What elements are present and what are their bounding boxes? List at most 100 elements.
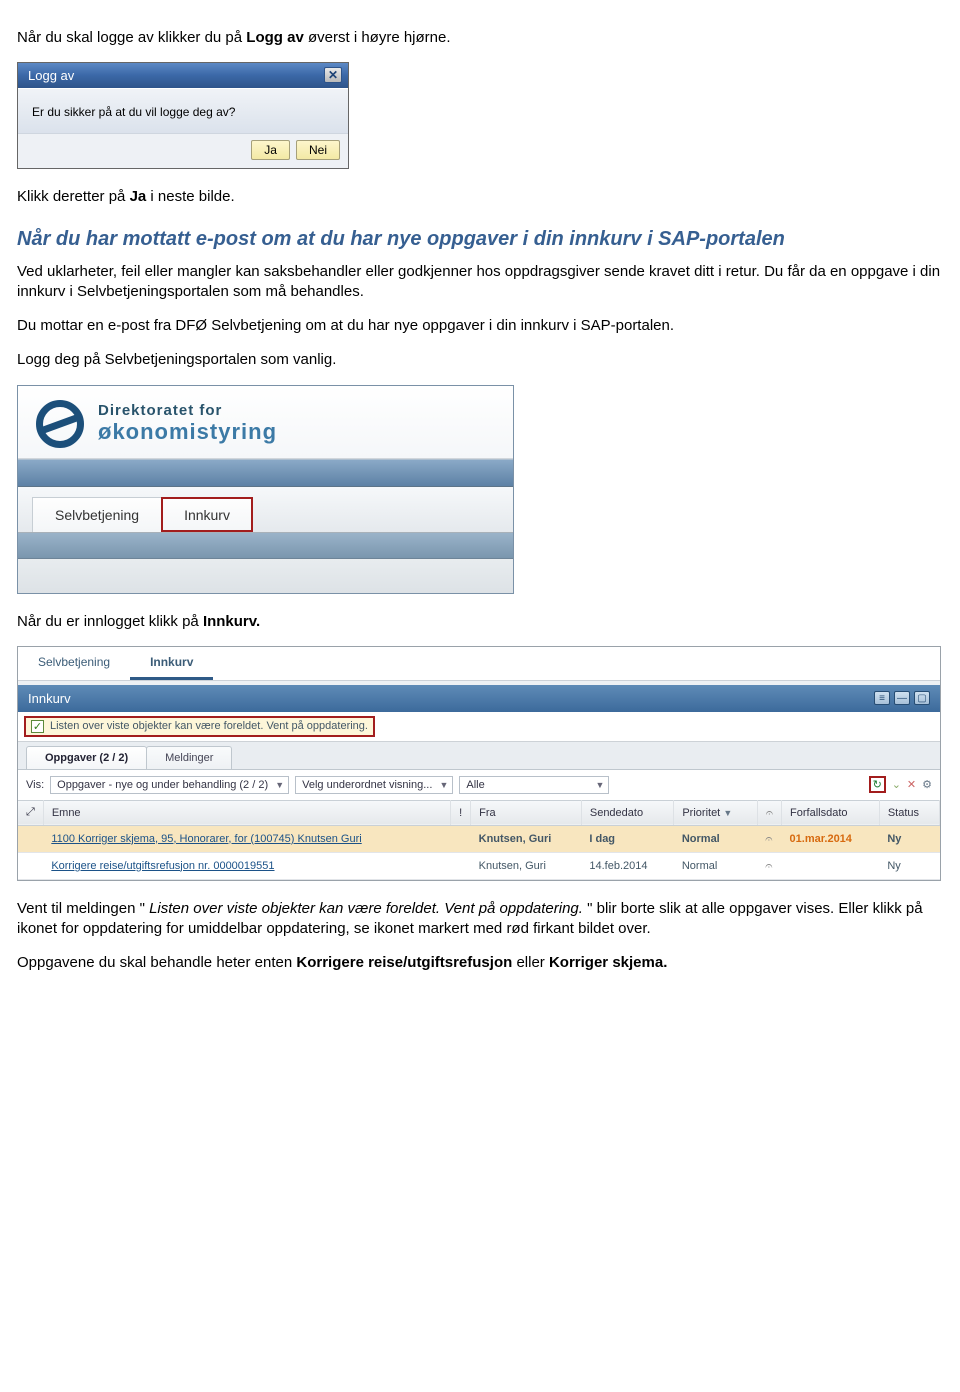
table-head: ⤢ Emne ! Fra Sendedato Prioritet ▼ 𝄐 For…: [18, 800, 940, 825]
brand-line1: Direktoratet for: [98, 403, 277, 420]
text: Når du skal logge av klikker du på: [17, 29, 246, 46]
col-status[interactable]: Status: [879, 800, 939, 825]
text-bold: Korrigere reise/utgiftsrefusjon: [296, 954, 512, 971]
checkbox-icon: ✓: [31, 720, 44, 733]
text: Oppgavene du skal behandle heter enten: [17, 954, 296, 971]
dialog-title: Logg av: [28, 68, 74, 83]
text: Vent til meldingen ": [17, 900, 145, 917]
portal-brand: Direktoratet for økonomistyring: [18, 386, 513, 459]
text-bold: Ja: [130, 188, 147, 205]
menu-icon[interactable]: ≡: [874, 691, 890, 705]
no-button[interactable]: Nei: [296, 140, 340, 160]
portal-spacer: [18, 559, 513, 593]
paragraph: Ved uklarheter, feil eller mangler kan s…: [17, 262, 943, 303]
dialog-message: Er du sikker på at du vil logge deg av?: [32, 105, 235, 119]
col-fra[interactable]: Fra: [471, 800, 582, 825]
filter-select-1[interactable]: Oppgaver - nye og under behandling (2 / …: [50, 776, 289, 794]
task-link[interactable]: Korrigere reise/utgiftsrefusjon nr. 0000…: [51, 860, 274, 872]
portal-sub-bluebar: [18, 533, 513, 559]
paperclip-icon: 𝄐: [765, 858, 772, 873]
tasks-table: ⤢ Emne ! Fra Sendedato Prioritet ▼ 𝄐 For…: [18, 800, 940, 880]
col-priority-flag[interactable]: !: [451, 800, 471, 825]
settings-icon[interactable]: ⚙: [922, 778, 932, 791]
col-forfallsdato[interactable]: Forfallsdato: [782, 800, 880, 825]
filter-select-1-value: Oppgaver - nye og under behandling (2 / …: [57, 779, 268, 791]
table-row[interactable]: 1100 Korriger skjema, 95, Honorarer, for…: [18, 825, 940, 852]
text: Klikk deretter på: [17, 188, 130, 205]
cell-pri: Normal: [674, 825, 757, 852]
cell-forfall: [782, 852, 880, 879]
inner-tabs: Oppgaver (2 / 2) Meldinger: [18, 741, 940, 770]
paragraph: Du mottar en e-post fra DFØ Selvbetjenin…: [17, 316, 943, 336]
top-tab-selvbetjening[interactable]: Selvbetjening: [18, 647, 130, 680]
paragraph: Når du skal logge av klikker du på Logg …: [17, 28, 943, 48]
innkurv-top-tabs: Selvbetjening Innkurv: [18, 647, 940, 681]
top-tab-innkurv[interactable]: Innkurv: [130, 647, 213, 680]
filter-icons: ↻ ⌄ ✕ ⚙: [869, 776, 932, 793]
cell-fra: Knutsen, Guri: [471, 825, 582, 852]
col-attachment[interactable]: 𝄐: [757, 800, 781, 825]
filter-funnel-icon[interactable]: ⌄: [892, 778, 901, 791]
close-icon[interactable]: ✕: [324, 67, 342, 83]
cell-status: Ny: [879, 825, 939, 852]
text: eller: [516, 954, 549, 971]
col-sendedato[interactable]: Sendedato: [581, 800, 673, 825]
text: Når du er innlogget klikk på: [17, 613, 203, 630]
cell-forfall: 01.mar.2014: [782, 825, 880, 852]
refresh-icon[interactable]: ↻: [869, 776, 886, 793]
chevron-down-icon: ▼: [275, 780, 284, 790]
minimize-icon[interactable]: —: [894, 691, 910, 705]
inner-tab-meldinger[interactable]: Meldinger: [146, 746, 232, 769]
filter-bar: Vis: Oppgaver - nye og under behandling …: [18, 770, 940, 800]
filter-clear-icon[interactable]: ✕: [907, 778, 916, 791]
stale-warning-text: Listen over viste objekter kan være fore…: [50, 720, 368, 732]
filter-label: Vis:: [26, 779, 44, 791]
portal-bluebar: [18, 459, 513, 487]
paragraph: Klikk deretter på Ja i neste bilde.: [17, 187, 943, 207]
text-italic: Listen over viste objekter kan være fore…: [149, 900, 583, 917]
brand-line2: økonomistyring: [98, 420, 277, 444]
sort-desc-icon: ▼: [723, 808, 732, 818]
paragraph: Logg deg på Selvbetjeningsportalen som v…: [17, 350, 943, 370]
yes-button[interactable]: Ja: [251, 140, 290, 160]
paperclip-icon: 𝄐: [765, 831, 772, 846]
panel-title: Innkurv: [28, 691, 71, 706]
task-link[interactable]: 1100 Korriger skjema, 95, Honorarer, for…: [51, 833, 361, 845]
innkurv-screenshot: Selvbetjening Innkurv Innkurv ≡ — ▢ ✓ Li…: [17, 646, 941, 881]
dialog-footer: Ja Nei: [18, 133, 348, 168]
filter-select-2[interactable]: Velg underordnet visning... ▼: [295, 776, 453, 794]
filter-select-3-value: Alle: [466, 779, 484, 791]
text-bold: Innkurv.: [203, 613, 260, 630]
stale-warning-bar: ✓ Listen over viste objekter kan være fo…: [24, 716, 375, 737]
paragraph: Oppgavene du skal behandle heter enten K…: [17, 953, 943, 973]
filter-select-3[interactable]: Alle ▼: [459, 776, 609, 794]
inner-tab-oppgaver[interactable]: Oppgaver (2 / 2): [26, 746, 147, 769]
heading-level-2: Når du har mottatt e-post om at du har n…: [17, 226, 943, 252]
filter-select-2-value: Velg underordnet visning...: [302, 779, 432, 791]
paragraph: Vent til meldingen " Listen over viste o…: [17, 899, 943, 940]
panel-titlebar-icons: ≡ — ▢: [874, 691, 930, 705]
cell-fra: Knutsen, Guri: [471, 852, 582, 879]
cell-sendt: 14.feb.2014: [581, 852, 673, 879]
col-prioritet[interactable]: Prioritet ▼: [674, 800, 757, 825]
logout-dialog-screenshot: Logg av ✕ Er du sikker på at du vil logg…: [17, 62, 349, 169]
dialog-titlebar: Logg av ✕: [18, 63, 348, 88]
cell-sendt: I dag: [581, 825, 673, 852]
portal-tabs-row: Selvbetjening Innkurv: [18, 487, 513, 533]
tab-innkurv[interactable]: Innkurv: [161, 497, 253, 532]
text: øverst i høyre hjørne.: [308, 29, 451, 46]
paperclip-icon: 𝄐: [766, 805, 773, 820]
table-row[interactable]: Korrigere reise/utgiftsrefusjon nr. 0000…: [18, 852, 940, 879]
innkurv-panel-titlebar: Innkurv ≡ — ▢: [18, 685, 940, 712]
maximize-icon[interactable]: ▢: [914, 691, 930, 705]
chevron-down-icon: ▼: [595, 780, 604, 790]
col-emne[interactable]: Emne: [43, 800, 450, 825]
dfoe-logo-icon: [36, 400, 84, 448]
col-select[interactable]: ⤢: [18, 800, 43, 825]
paragraph: Når du er innlogget klikk på Innkurv.: [17, 612, 943, 632]
text-bold: Logg av: [246, 29, 304, 46]
cell-status: Ny: [879, 852, 939, 879]
brand-text: Direktoratet for økonomistyring: [98, 403, 277, 444]
dialog-body: Er du sikker på at du vil logge deg av?: [18, 88, 348, 133]
tab-selvbetjening[interactable]: Selvbetjening: [32, 497, 162, 532]
